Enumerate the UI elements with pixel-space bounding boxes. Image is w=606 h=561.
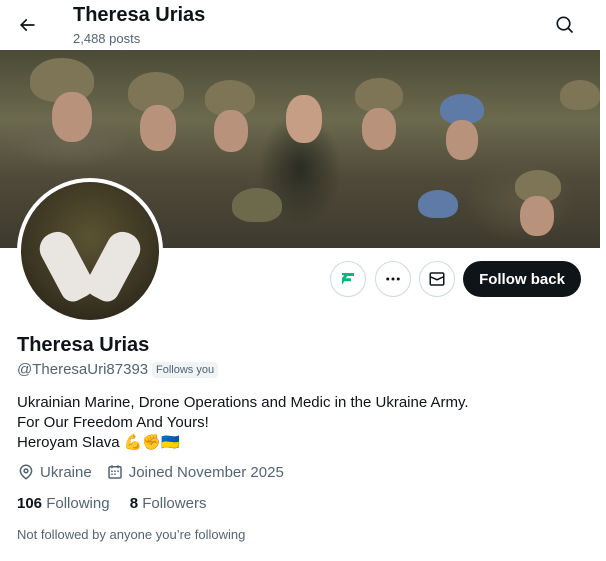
location-pin-icon	[19, 464, 33, 480]
message-button[interactable]	[419, 261, 455, 297]
not-followed-text: Not followed by anyone you’re following	[17, 527, 246, 542]
grok-button[interactable]	[330, 261, 366, 297]
bio-emojis: 💪✊🇺🇦	[123, 434, 180, 451]
calendar-icon	[107, 465, 122, 479]
bio-text: Heroyam Slava	[17, 434, 120, 451]
location-item: Ukraine	[17, 463, 92, 481]
banner-figure	[52, 92, 92, 142]
followers-label: Followers	[142, 495, 207, 512]
banner-figure	[362, 108, 396, 150]
joined-item: Joined November 2025	[106, 463, 284, 481]
profile-handle: @TheresaUri87393	[17, 361, 149, 378]
banner-figure	[446, 120, 478, 160]
following-count: 106	[17, 495, 43, 512]
banner-figure	[355, 78, 403, 112]
following-link[interactable]: 106 Following	[17, 495, 110, 512]
avatar-glove-right	[82, 226, 146, 306]
location-text: Ukraine	[40, 463, 92, 481]
banner-figure	[232, 188, 282, 222]
profile-avatar[interactable]	[17, 178, 163, 324]
follow-back-button[interactable]: Follow back	[463, 261, 581, 297]
search-icon	[556, 16, 574, 34]
posts-count: 2,488 posts	[73, 31, 141, 46]
follow-counts: 106 Following 8 Followers	[17, 495, 206, 512]
bio-line: For Our Freedom And Yours!	[17, 414, 209, 431]
follows-you-badge: Follows you	[152, 362, 219, 378]
banner-figure	[214, 110, 248, 152]
banner-figure	[418, 190, 458, 218]
bio-line: Ukrainian Marine, Drone Operations and M…	[17, 394, 469, 411]
profile-name: Theresa Urias	[17, 334, 150, 356]
banner-figure	[560, 80, 600, 110]
arrow-left-icon	[19, 18, 35, 32]
back-button[interactable]	[10, 8, 44, 42]
followers-count: 8	[129, 495, 139, 512]
followers-link[interactable]: 8 Followers	[130, 495, 207, 512]
profile-meta: Ukraine Joined November 2025	[17, 463, 298, 481]
more-button[interactable]	[375, 261, 411, 297]
search-button[interactable]	[548, 8, 582, 42]
profile-bio: Ukrainian Marine, Drone Operations and M…	[17, 393, 577, 453]
grok-icon	[342, 273, 354, 285]
more-icon	[386, 277, 400, 281]
bio-line: Heroyam Slava 💪✊🇺🇦	[17, 433, 577, 453]
joined-text: Joined November 2025	[128, 463, 284, 481]
following-label: Following	[46, 495, 110, 512]
banner-figure	[286, 95, 322, 143]
banner-figure	[140, 105, 176, 151]
top-bar: Theresa Urias 2,488 posts	[0, 0, 600, 50]
banner-figure	[520, 196, 554, 236]
header-title: Theresa Urias	[73, 4, 206, 26]
envelope-icon	[429, 272, 445, 286]
avatar-glove-left	[34, 226, 98, 306]
